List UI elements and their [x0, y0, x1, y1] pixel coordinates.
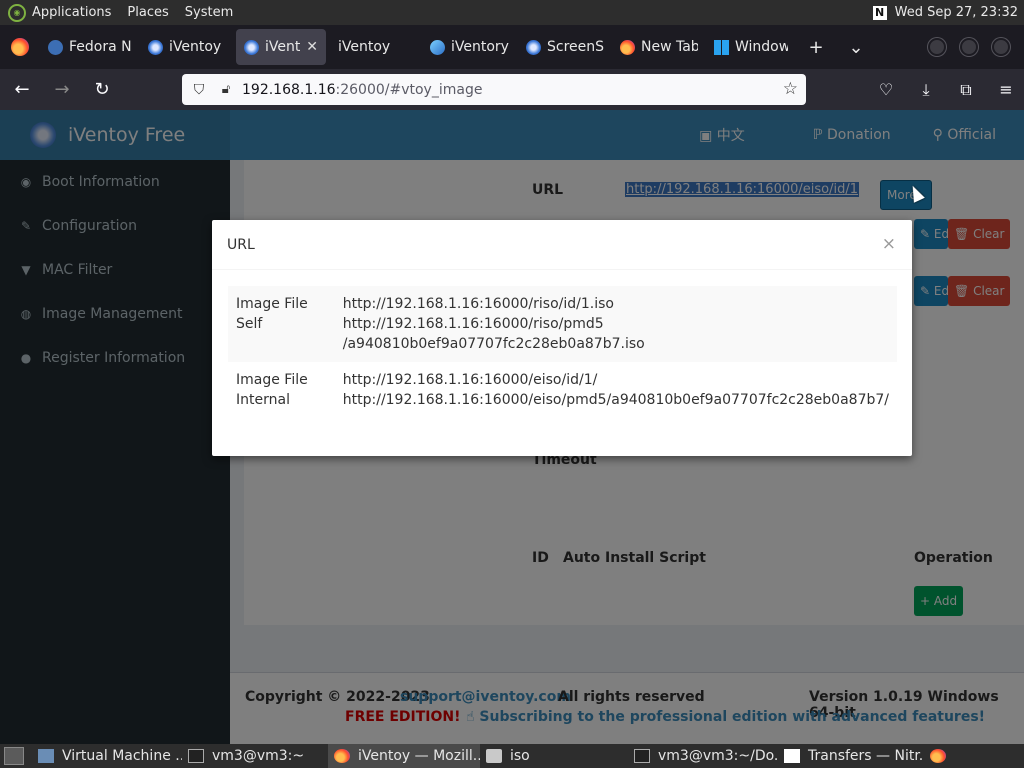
iventoy-icon: [244, 39, 259, 55]
extensions-icon[interactable]: ⧉: [948, 74, 984, 106]
n-icon: [784, 749, 800, 763]
windows-icon: [714, 39, 729, 55]
taskbar-item-virtual-machine[interactable]: Virtual Machine ...: [32, 744, 182, 768]
table-row: Image File Internal http://192.168.1.16:…: [228, 362, 897, 418]
close-tab-icon[interactable]: ✕: [306, 39, 318, 55]
iventory-icon: [430, 39, 445, 55]
tab-list-button[interactable]: ⌄: [836, 29, 876, 65]
firefox-icon: [620, 39, 635, 55]
distro-logo-icon[interactable]: ◉: [8, 3, 26, 22]
close-icon[interactable]: ×: [882, 234, 896, 254]
tab-screenshot[interactable]: ScreenSh: [518, 29, 612, 65]
back-button[interactable]: ←: [4, 74, 40, 106]
menu-places[interactable]: Places: [127, 5, 168, 20]
menu-system[interactable]: System: [185, 5, 233, 20]
reload-button[interactable]: ↻: [84, 74, 120, 106]
firefox-icon: [334, 749, 350, 763]
taskbar: Virtual Machine ... vm3@vm3:~ iVentoy — …: [0, 744, 1024, 768]
tab-new-tab[interactable]: New Tab: [612, 29, 706, 65]
url-host: 192.168.1.16: [242, 81, 336, 98]
clock[interactable]: Wed Sep 27, 23:32: [895, 5, 1018, 20]
table-row: Image File Self http://192.168.1.16:1600…: [228, 286, 897, 362]
taskbar-firefox-launcher[interactable]: [924, 744, 950, 768]
close-window-button[interactable]: [992, 38, 1010, 56]
new-tab-button[interactable]: +: [796, 29, 836, 65]
url-table: Image File Self http://192.168.1.16:1600…: [228, 286, 897, 418]
url-line[interactable]: http://192.168.1.16:16000/eiso/id/1/: [343, 370, 889, 390]
downloads-icon[interactable]: ⤓: [908, 74, 944, 106]
url-path: :26000/#vtoy_image: [335, 81, 483, 98]
forward-button[interactable]: →: [44, 74, 80, 106]
tab-iventoy-2[interactable]: iVentoy: [326, 29, 422, 65]
terminal-icon: [188, 749, 204, 763]
row-key: Image File Internal: [236, 372, 308, 408]
shield-icon[interactable]: ⛉: [190, 81, 208, 99]
modal-title: URL: [227, 236, 255, 253]
tab-iventoy-1[interactable]: iVentoy: [140, 29, 232, 65]
vm-icon: [38, 749, 54, 763]
folder-icon: [486, 749, 502, 763]
url-line[interactable]: http://192.168.1.16:16000/riso/pmd5: [343, 314, 889, 334]
menu-applications[interactable]: Applications: [32, 5, 111, 20]
top-panel: ◉ Applications Places System N Wed Sep 2…: [0, 0, 1024, 25]
minimize-button[interactable]: [928, 38, 946, 56]
url-bar[interactable]: ⛉ 🔓︎ 192.168.1.16:26000/#vtoy_image ☆: [182, 74, 806, 105]
firefox-icon: [11, 38, 29, 56]
tab-strip: Fedora N iVentoy iVento ✕ iVentoy iVento…: [0, 25, 1024, 69]
insecure-lock-icon[interactable]: 🔓︎: [218, 82, 234, 98]
maximize-button[interactable]: [960, 38, 978, 56]
pocket-icon[interactable]: ♡: [868, 74, 904, 106]
row-key: Image File Self: [228, 286, 335, 362]
show-desktop-icon[interactable]: [4, 747, 24, 765]
nav-bar: ← → ↻ ⛉ 🔓︎ 192.168.1.16:26000/#vtoy_imag…: [0, 69, 1024, 110]
firefox-icon: [930, 749, 946, 763]
row-value: http://192.168.1.16:16000/eiso/id/1/ htt…: [335, 362, 897, 418]
taskbar-item-iso-folder[interactable]: iso: [480, 744, 628, 768]
url-line[interactable]: http://192.168.1.16:16000/riso/id/1.iso: [343, 294, 889, 314]
taskbar-item-transfers[interactable]: Transfers — Nitr...: [778, 744, 924, 768]
firefox-view-button[interactable]: [0, 25, 40, 69]
tab-windows[interactable]: Window: [706, 29, 796, 65]
tab-iventoy-active[interactable]: iVento ✕: [236, 29, 326, 65]
row-value: http://192.168.1.16:16000/riso/id/1.iso …: [334, 286, 897, 362]
bookmark-star-icon[interactable]: ☆: [783, 79, 798, 99]
url-line[interactable]: http://192.168.1.16:16000/eiso/pmd5/a940…: [343, 390, 889, 410]
url-line[interactable]: /a940810b0ef9a07707fc2c28eb0a87b7.iso: [343, 334, 889, 354]
tray-n-icon[interactable]: N: [872, 5, 887, 20]
terminal-icon: [634, 749, 650, 763]
taskbar-item-firefox[interactable]: iVentoy — Mozill...: [328, 744, 480, 768]
fedora-icon: [48, 39, 63, 55]
tab-fedora[interactable]: Fedora N: [40, 29, 140, 65]
url-modal: URL × Image File Self http://192.168.1.1…: [212, 220, 912, 456]
menu-icon[interactable]: ≡: [988, 74, 1024, 106]
iventoy-icon: [526, 39, 541, 55]
taskbar-item-terminal-1[interactable]: vm3@vm3:~: [182, 744, 328, 768]
taskbar-item-terminal-2[interactable]: vm3@vm3:~/Do...: [628, 744, 778, 768]
tab-iventory[interactable]: iVentory: [422, 29, 518, 65]
modal-header: URL ×: [212, 220, 912, 270]
iventoy-icon: [148, 39, 163, 55]
